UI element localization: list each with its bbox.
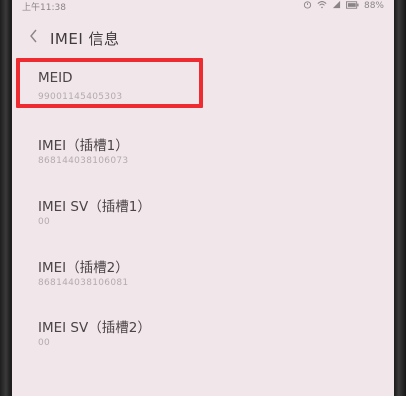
page-title: IMEI 信息 (50, 30, 120, 48)
item-value: 99001145405303 (38, 92, 123, 102)
list-item-imei-slot1[interactable]: IMEI（插槽1） 868144038106073 (12, 122, 394, 172)
item-label: IMEI（插槽1） (38, 138, 129, 154)
battery-icon (345, 0, 359, 12)
status-icons: 88% (303, 0, 384, 12)
list-item-imei-sv-slot1[interactable]: IMEI SV（插槽1） 00 (12, 183, 394, 233)
item-value: 868144038106081 (38, 278, 129, 288)
item-value: 868144038106073 (38, 156, 129, 166)
list-item-imei-slot2[interactable]: IMEI（插槽2） 868144038106081 (12, 244, 394, 294)
wifi-icon (317, 0, 327, 12)
phone-screen: 上午11:38 88% IMEI 信息 MEID 99001145405303 … (12, 0, 394, 396)
item-label: IMEI SV（插槽1） (38, 199, 151, 215)
battery-level: 88% (363, 1, 384, 11)
list-item-meid[interactable]: MEID 99001145405303 (12, 58, 394, 108)
back-button[interactable] (24, 26, 44, 46)
item-label: MEID (38, 70, 73, 86)
list-item-imei-sv-slot2[interactable]: IMEI SV（插槽2） 00 (12, 304, 394, 354)
status-bar: 上午11:38 88% (12, 0, 394, 14)
signal-icon (332, 0, 341, 12)
device-bezel (394, 0, 406, 396)
item-value: 00 (38, 338, 51, 348)
chevron-left-icon (30, 29, 37, 43)
page-header: IMEI 信息 (12, 20, 394, 56)
item-label: IMEI SV（插槽2） (38, 320, 151, 336)
item-label: IMEI（插槽2） (38, 260, 129, 276)
alarm-icon (303, 0, 312, 12)
status-time: 上午11:38 (22, 3, 66, 13)
item-value: 00 (38, 217, 51, 227)
